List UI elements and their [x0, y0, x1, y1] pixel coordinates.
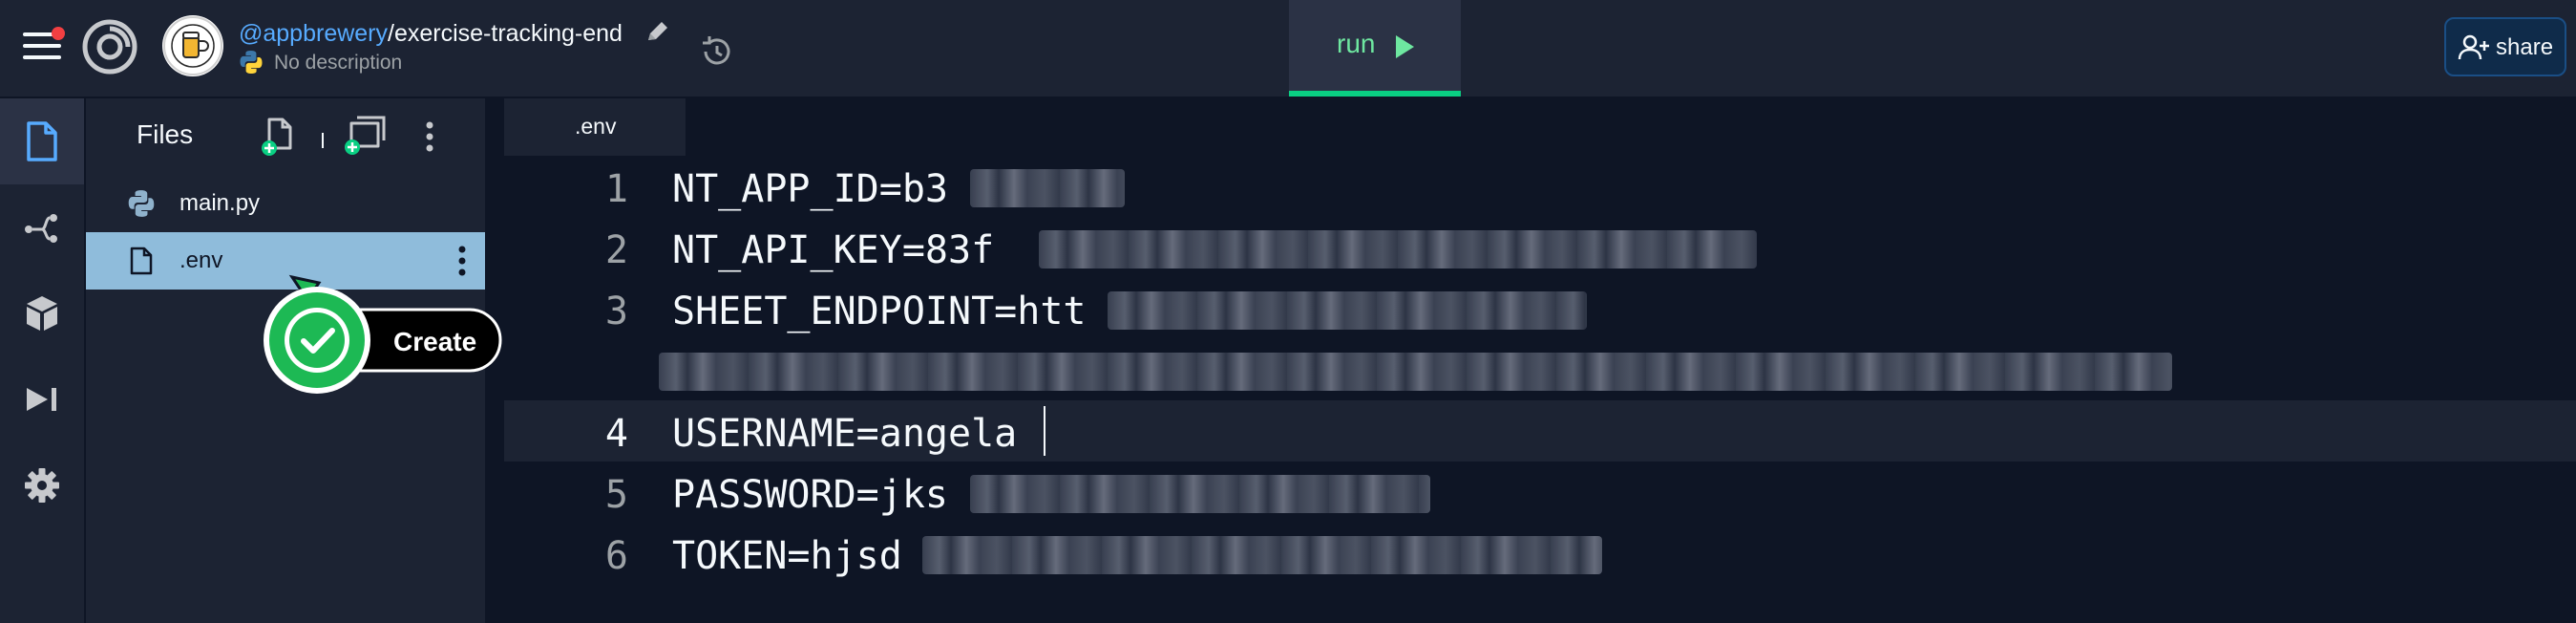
line-number: 6 [604, 534, 628, 578]
share-label: share [2496, 34, 2554, 60]
files-more-options-icon[interactable] [420, 118, 439, 156]
avatar[interactable] [162, 15, 223, 76]
file-item-main-py[interactable]: main.py [86, 175, 485, 232]
add-folder-icon[interactable] [344, 116, 391, 158]
debugger-icon [27, 388, 56, 411]
code-line[interactable]: 1 NT_APP_ID=b3 [504, 156, 2576, 217]
files-title: Files [137, 119, 194, 149]
code-line[interactable]: 6 TOKEN=hjsd [504, 523, 2576, 584]
repl-name: exercise-tracking-end [393, 20, 623, 47]
add-file-icon[interactable] [260, 116, 298, 158]
line-number: 2 [604, 228, 628, 272]
hamburger-icon-bar [23, 55, 61, 59]
rail-packages-button[interactable] [0, 270, 84, 356]
create-file-button[interactable]: Create [250, 271, 508, 397]
pencil-icon[interactable] [644, 19, 670, 46]
editor-tab-bar: .env [504, 98, 2576, 156]
text-cursor [1044, 406, 1045, 456]
code-line[interactable]: 3 SHEET_ENDPOINT=htt [504, 278, 2576, 400]
toolbar-separator [322, 133, 324, 148]
code-line[interactable]: 2 NT_API_KEY=83f [504, 217, 2576, 278]
play-icon [1396, 35, 1414, 58]
redacted-value [1039, 230, 1757, 269]
rail-version-control-button[interactable] [0, 184, 84, 270]
history-icon[interactable] [697, 32, 735, 71]
tab-env[interactable]: .env [504, 98, 686, 156]
notification-dot [52, 27, 65, 40]
tool-rail [0, 98, 84, 623]
line-text: SHEET_ENDPOINT=htt [672, 290, 1087, 333]
line-text: NT_API_KEY=83f [672, 228, 995, 272]
line-text: NT_APP_ID=b3 [672, 167, 948, 211]
repl-description[interactable]: No description [274, 52, 402, 75]
redacted-value [922, 536, 1602, 574]
file-icon [130, 247, 153, 275]
packages-icon [27, 296, 57, 331]
settings-icon [25, 468, 59, 503]
rail-files-button[interactable] [0, 98, 84, 184]
version-control-icon [25, 214, 57, 243]
run-button[interactable]: run [1289, 0, 1461, 97]
hamburger-icon-bar [23, 44, 61, 48]
redacted-value-wrapped [659, 353, 2172, 391]
title-separator: / [388, 20, 394, 47]
repl-title[interactable]: @appbrewery/exercise-tracking-end [239, 19, 623, 48]
code-line-active[interactable]: 4 USERNAME=angela [504, 400, 2576, 462]
app-brewery-logo-icon [163, 16, 222, 75]
line-text: TOKEN=hjsd [672, 534, 902, 578]
line-number: 5 [604, 473, 628, 517]
files-icon [27, 121, 57, 161]
code-line[interactable]: 5 PASSWORD=jks [504, 462, 2576, 523]
owner-link[interactable]: @appbrewery [239, 20, 388, 47]
rail-settings-button[interactable] [0, 442, 84, 528]
share-button[interactable]: share [2444, 17, 2566, 76]
redacted-value [1108, 291, 1587, 330]
redacted-value [970, 169, 1125, 207]
line-number: 1 [604, 167, 628, 211]
redacted-value [970, 475, 1430, 513]
top-bar: @appbrewery/exercise-tracking-end No des… [0, 0, 2576, 98]
line-number: 3 [604, 290, 628, 333]
file-name: main.py [179, 190, 261, 216]
tab-label: .env [575, 114, 617, 139]
line-text: PASSWORD=jks [672, 473, 948, 517]
python-icon [128, 190, 155, 217]
code-editor[interactable]: 1 NT_APP_ID=b3 2 NT_API_KEY=83f 3 SHEET_… [504, 156, 2576, 623]
create-label: Create [393, 327, 477, 356]
rail-debugger-button[interactable] [0, 356, 84, 442]
add-user-icon [2458, 34, 2489, 60]
python-icon [240, 51, 263, 74]
file-name: .env [179, 247, 223, 273]
line-number: 4 [604, 412, 628, 456]
replit-logo-icon[interactable] [82, 19, 137, 75]
line-text: USERNAME=angela [672, 412, 1018, 456]
run-label: run [1337, 29, 1376, 58]
